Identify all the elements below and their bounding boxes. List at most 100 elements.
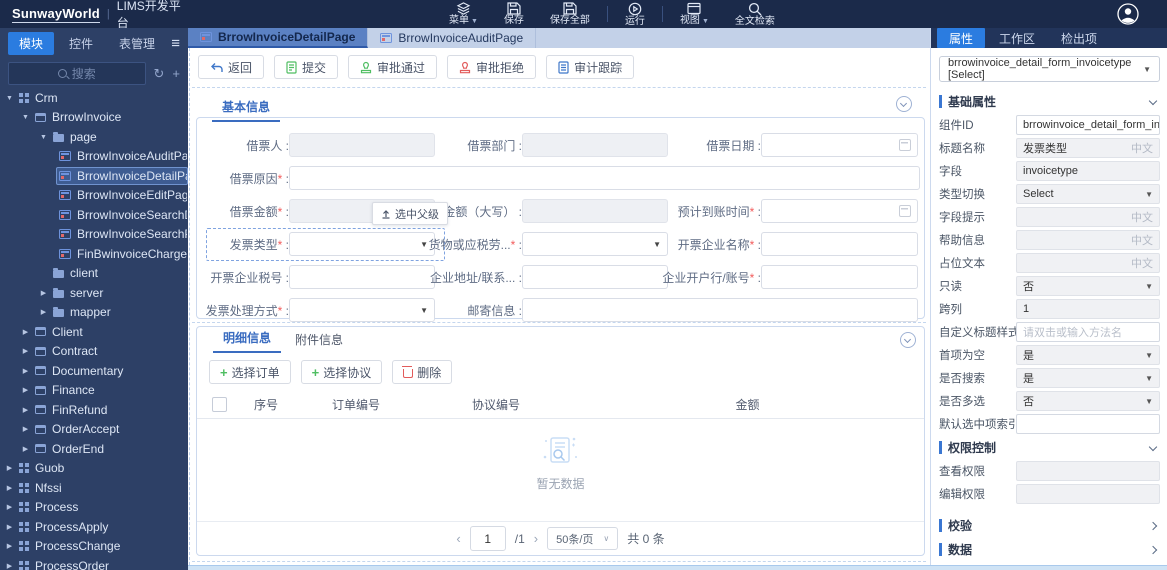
tree-item[interactable]: BrrowInvoiceSearchDealPage [0,205,188,225]
tab-controls[interactable]: 控件 [58,32,104,55]
editor-tab-active[interactable]: BrrowInvoiceDetailPage [188,28,369,48]
text-input-disabled[interactable] [522,199,668,223]
component-id-input[interactable]: brrowinvoice_detail_form_invoic [1016,115,1160,135]
searchable-select[interactable]: 是 ▼ [1016,368,1160,388]
form-field-tax-no[interactable]: 开票企业税号 [196,265,435,289]
form-field-amount-words[interactable]: 金额（大写） [414,199,668,223]
readonly-select[interactable]: 否 ▼ [1016,276,1160,296]
text-input-disabled[interactable] [522,133,668,157]
tree-item[interactable]: BrrowInvoiceEditPage [0,186,188,206]
search-input[interactable]: 搜索 [8,61,146,85]
select-all-checkbox[interactable] [211,397,227,412]
submit-button[interactable]: 提交 [274,55,339,79]
menu-button[interactable]: 菜单 ▼ [436,0,491,28]
custom-title-style-input[interactable]: 请双击或输入方法名 [1016,322,1160,342]
component-selector[interactable]: brrowinvoice_detail_form_invoicetype [Se… [939,56,1160,82]
date-input[interactable] [761,133,918,157]
text-input[interactable] [761,232,918,256]
field-input[interactable]: invoicetype [1016,161,1160,181]
form-field-company-name[interactable]: 开票企业名称 [653,232,918,256]
tab-modules[interactable]: 模块 [8,31,55,55]
form-field-process-method[interactable]: 发票处理方式 [196,298,435,322]
text-input[interactable] [289,166,920,190]
tree-item[interactable]: ProcessChange [0,537,188,557]
add-icon[interactable]: + [172,67,180,80]
help-info-input[interactable]: 中文 [1016,230,1160,250]
tree-item[interactable]: Guob [0,459,188,479]
fulltext-search-button[interactable]: 全文检索 [722,0,788,28]
select-parent-tip[interactable]: 选中父级 [372,202,448,225]
tree-item[interactable]: BrrowInvoiceSearchPage [0,225,188,245]
tree-item[interactable]: Finance [0,381,188,401]
title-name-input[interactable]: 发票类型 中文 [1016,138,1160,158]
select-agreement-button[interactable]: + 选择协议 [300,360,383,384]
page-number-input[interactable] [469,526,506,551]
user-avatar[interactable] [1117,3,1139,25]
page-size-select[interactable]: 50条/页 ∨ [547,527,619,550]
form-field-borrower[interactable]: 借票人 [196,133,435,157]
prev-page-icon[interactable]: ‹ [456,531,460,546]
delete-button[interactable]: 删除 [392,360,453,384]
editor-tab[interactable]: BrrowInvoiceAuditPage [368,28,537,48]
first-item-empty-select[interactable]: 是 ▼ [1016,345,1160,365]
tab-detail-info[interactable]: 明细信息 [213,325,282,353]
form-field-bank-account[interactable]: 企业开户行/账号 [653,265,918,289]
form-field-goods-service[interactable]: 货物或应税劳... [414,232,668,256]
section-basic-props[interactable]: 基础属性 [939,91,1160,112]
tree-item[interactable]: BrrowInvoice [0,108,188,128]
collapse-section-icon[interactable] [896,96,912,112]
tab-attachment-info[interactable]: 附件信息 [285,327,353,353]
tree-item[interactable]: ProcessApply [0,517,188,537]
tree-item[interactable]: server [0,283,188,303]
tree-item[interactable]: OrderAccept [0,420,188,440]
placeholder-text-input[interactable]: 中文 [1016,253,1160,273]
type-switch-select[interactable]: Select ▼ [1016,184,1160,204]
text-input[interactable] [522,298,918,322]
audit-trail-button[interactable]: 审计跟踪 [546,55,635,79]
tab-properties[interactable]: 属性 [937,28,986,48]
tree-item[interactable]: Client [0,322,188,342]
reject-button[interactable]: 审批拒绝 [447,55,537,79]
next-page-icon[interactable]: › [534,531,538,546]
section-validation[interactable]: 校验 [939,515,1160,536]
hamburger-icon[interactable]: ≡ [171,36,180,51]
tree-item[interactable]: ProcessOrder [0,556,188,570]
tree-item[interactable]: FinRefund [0,400,188,420]
tab-table-mgmt[interactable]: 表管理 [108,32,166,55]
tree-item[interactable]: Nfssi [0,478,188,498]
multiselect-select[interactable]: 否 ▼ [1016,391,1160,411]
section-permission[interactable]: 权限控制 [939,437,1160,458]
field-hint-input[interactable]: 中文 [1016,207,1160,227]
form-field-invoice-type-selected[interactable]: 发票类型 [196,232,435,256]
tree-item[interactable]: Crm [0,88,188,108]
collapse-section-icon[interactable] [900,332,916,348]
section-data[interactable]: 数据 [939,539,1160,560]
colspan-input[interactable]: 1 [1016,299,1160,319]
tree-item[interactable]: Contract [0,342,188,362]
select-order-button[interactable]: + 选择订单 [209,360,291,384]
tree-item[interactable]: mapper [0,303,188,323]
approve-button[interactable]: 审批通过 [348,55,438,79]
run-button[interactable]: 运行 [612,0,658,28]
form-field-date[interactable]: 借票日期 [653,133,918,157]
tree-item[interactable]: BrrowInvoiceAuditPage [0,147,188,167]
tab-workspace[interactable]: 工作区 [987,28,1047,48]
save-all-button[interactable]: 保存全部 [537,0,603,28]
form-field-reason[interactable]: 借票原因 [196,166,920,190]
form-field-department[interactable]: 借票部门 [414,133,668,157]
tree-item[interactable]: page [0,127,188,147]
text-input[interactable] [522,265,668,289]
tree-item[interactable]: Process [0,498,188,518]
form-field-mail-info[interactable]: 邮寄信息 [414,298,918,322]
view-permission-input[interactable] [1016,461,1160,481]
tab-checkout[interactable]: 检出项 [1049,28,1109,48]
tree-item[interactable]: Documentary [0,361,188,381]
tree-item-selected[interactable]: BrrowInvoiceDetailPage [0,166,188,186]
form-field-expected-time[interactable]: 预计到账时间 [653,199,918,223]
tree-item[interactable]: OrderEnd [0,439,188,459]
refresh-icon[interactable]: ↻ [154,67,165,80]
tree-item[interactable]: FinBwinvoiceChargeDetailPage [0,244,188,264]
default-index-input[interactable] [1016,414,1160,434]
select-input[interactable] [522,232,668,256]
date-input[interactable] [761,199,918,223]
